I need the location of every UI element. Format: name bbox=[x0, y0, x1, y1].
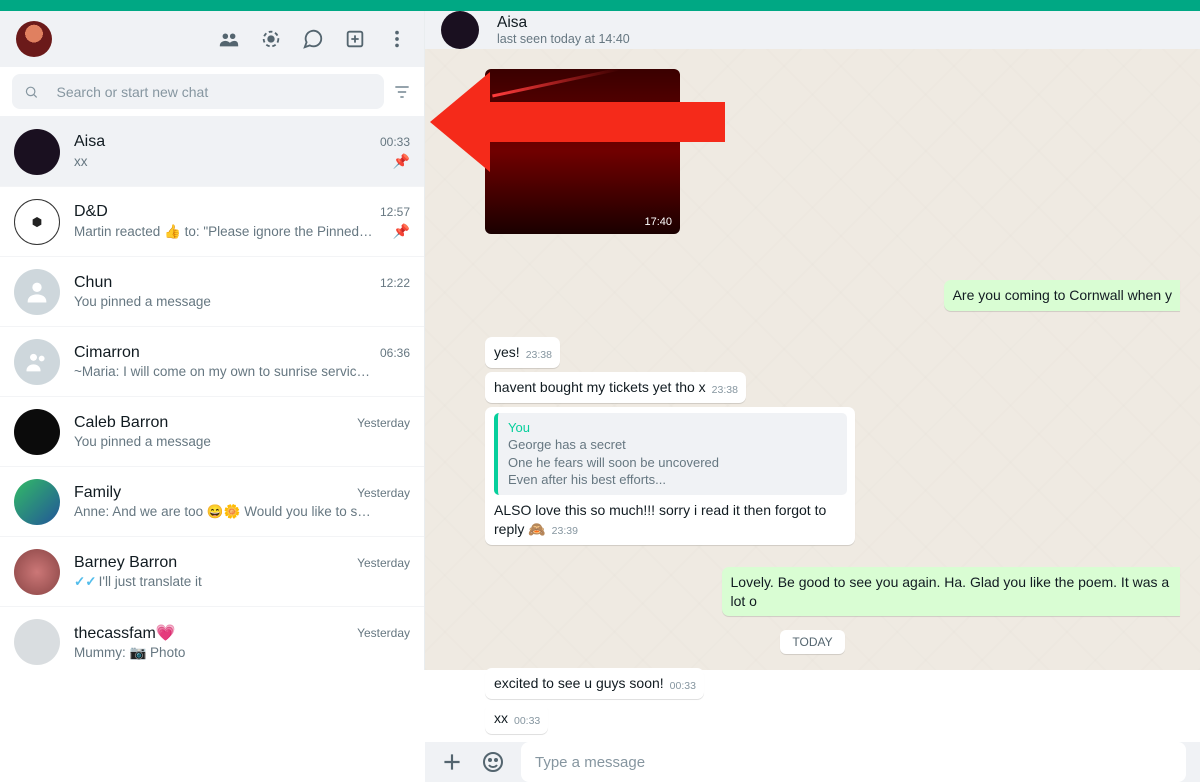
status-icon[interactable] bbox=[260, 28, 282, 50]
message-time: 23:38 bbox=[526, 349, 552, 361]
message-time: 17:40 bbox=[644, 216, 672, 228]
chat-item[interactable]: thecassfam💗 Yesterday Mummy: 📷 Photo bbox=[0, 607, 424, 670]
chat-preview: Mummy: 📷 Photo bbox=[74, 645, 185, 661]
chat-time: 12:57 bbox=[380, 205, 410, 219]
contact-name: Aisa bbox=[497, 14, 630, 32]
chat-avatar bbox=[14, 129, 60, 175]
chat-preview: xx bbox=[74, 154, 88, 169]
emoji-icon[interactable] bbox=[481, 750, 505, 774]
message-text: ALSO love this so much!!! sorry i read i… bbox=[494, 502, 826, 537]
chat-preview: Anne: And we are too 😄🌼 Would you like t… bbox=[74, 504, 374, 520]
chat-list: Aisa 00:33 xx 📌 ⬢ D&D 12:57 bbox=[0, 117, 424, 670]
pin-icon: 📌 bbox=[393, 153, 410, 170]
chat-item[interactable]: Family Yesterday Anne: And we are too 😄🌼… bbox=[0, 467, 424, 537]
message-in[interactable]: yes! 23:38 bbox=[485, 337, 560, 368]
chat-name: D&D bbox=[74, 203, 108, 221]
contact-avatar[interactable] bbox=[441, 11, 479, 49]
search-input[interactable] bbox=[57, 84, 373, 100]
search-box[interactable] bbox=[12, 74, 384, 109]
chat-preview: ✓✓I'll just translate it bbox=[74, 574, 202, 590]
chat-name: Caleb Barron bbox=[74, 414, 168, 432]
chat-time: 00:33 bbox=[380, 135, 410, 149]
chat-item[interactable]: Caleb Barron Yesterday You pinned a mess… bbox=[0, 397, 424, 467]
chat-name: Cimarron bbox=[74, 344, 140, 362]
message-text: havent bought my tickets yet tho x bbox=[494, 379, 706, 395]
chat-time: Yesterday bbox=[357, 416, 410, 430]
new-chat-icon[interactable] bbox=[302, 28, 324, 50]
menu-icon[interactable] bbox=[386, 28, 408, 50]
chat-name: Family bbox=[74, 484, 121, 502]
chat-preview: You pinned a message bbox=[74, 294, 211, 309]
last-seen: last seen today at 14:40 bbox=[497, 32, 630, 46]
attach-icon[interactable] bbox=[439, 749, 465, 775]
chat-avatar: ⬢ bbox=[14, 199, 60, 245]
chat-name: Aisa bbox=[74, 133, 105, 151]
image-message[interactable]: 17:40 bbox=[485, 69, 680, 234]
filter-icon[interactable] bbox=[392, 82, 412, 102]
message-composer bbox=[425, 742, 1200, 782]
chat-time: 06:36 bbox=[380, 346, 410, 360]
chat-item[interactable]: Barney Barron Yesterday ✓✓I'll just tran… bbox=[0, 537, 424, 607]
chat-avatar bbox=[14, 339, 60, 385]
message-text: yes! bbox=[494, 344, 520, 360]
chat-time: Yesterday bbox=[357, 626, 410, 640]
chat-name: thecassfam💗 bbox=[74, 623, 176, 643]
chat-avatar bbox=[14, 549, 60, 595]
new-message-icon[interactable] bbox=[344, 28, 366, 50]
messages-area: 17:40 Are you coming to Cornwall when y … bbox=[425, 49, 1200, 742]
chat-preview: ~Maria: I will come on my own to sunrise… bbox=[74, 364, 374, 379]
chat-item[interactable]: Chun 12:22 You pinned a message bbox=[0, 257, 424, 327]
chat-time: 12:22 bbox=[380, 276, 410, 290]
message-text: Are you coming to Cornwall when y bbox=[953, 287, 1172, 303]
message-time: 23:39 bbox=[552, 525, 578, 537]
message-out[interactable]: Lovely. Be good to see you again. Ha. Gl… bbox=[722, 567, 1181, 617]
compose-input[interactable] bbox=[521, 742, 1186, 782]
chat-avatar bbox=[14, 269, 60, 315]
chat-time: Yesterday bbox=[357, 486, 410, 500]
chat-preview: Martin reacted 👍 to: "Please ignore the … bbox=[74, 224, 374, 240]
message-in[interactable]: excited to see u guys soon! 00:33 bbox=[485, 668, 704, 699]
message-time: 00:33 bbox=[514, 715, 540, 727]
chat-avatar bbox=[14, 619, 60, 665]
message-time: 00:33 bbox=[670, 680, 696, 692]
chat-avatar bbox=[14, 479, 60, 525]
message-in[interactable]: xx 00:33 bbox=[485, 703, 548, 734]
message-text: xx bbox=[494, 710, 508, 726]
my-avatar[interactable] bbox=[16, 21, 52, 57]
chat-header[interactable]: Aisa last seen today at 14:40 bbox=[425, 11, 1200, 49]
chat-item[interactable]: ⬢ D&D 12:57 Martin reacted 👍 to: "Please… bbox=[0, 187, 424, 257]
chat-avatar bbox=[14, 409, 60, 455]
sidebar-header bbox=[0, 11, 424, 67]
chat-preview: You pinned a message bbox=[74, 434, 211, 449]
search-row bbox=[0, 67, 424, 117]
pin-icon: 📌 bbox=[393, 223, 410, 240]
message-in[interactable]: havent bought my tickets yet tho x 23:38 bbox=[485, 372, 746, 403]
chat-item[interactable]: Aisa 00:33 xx 📌 bbox=[0, 117, 424, 187]
reply-sender: You bbox=[508, 420, 530, 435]
message-out[interactable]: Are you coming to Cornwall when y bbox=[944, 280, 1180, 311]
chat-item[interactable]: Cimarron 06:36 ~Maria: I will come on my… bbox=[0, 327, 424, 397]
chat-pane: Aisa last seen today at 14:40 17:40 Are … bbox=[425, 11, 1200, 670]
chat-name: Barney Barron bbox=[74, 554, 177, 572]
date-divider: TODAY bbox=[780, 630, 844, 654]
search-icon bbox=[24, 84, 39, 100]
brand-bar bbox=[0, 0, 1200, 11]
chat-name: Chun bbox=[74, 274, 112, 292]
reply-quote: You George has a secret One he fears wil… bbox=[494, 413, 847, 495]
sidebar: Aisa 00:33 xx 📌 ⬢ D&D 12:57 bbox=[0, 11, 425, 670]
message-text: Lovely. Be good to see you again. Ha. Gl… bbox=[731, 574, 1170, 609]
message-time: 23:38 bbox=[712, 384, 738, 396]
communities-icon[interactable] bbox=[218, 28, 240, 50]
message-in-reply[interactable]: You George has a secret One he fears wil… bbox=[485, 407, 855, 545]
chat-time: Yesterday bbox=[357, 556, 410, 570]
message-text: excited to see u guys soon! bbox=[494, 675, 664, 691]
